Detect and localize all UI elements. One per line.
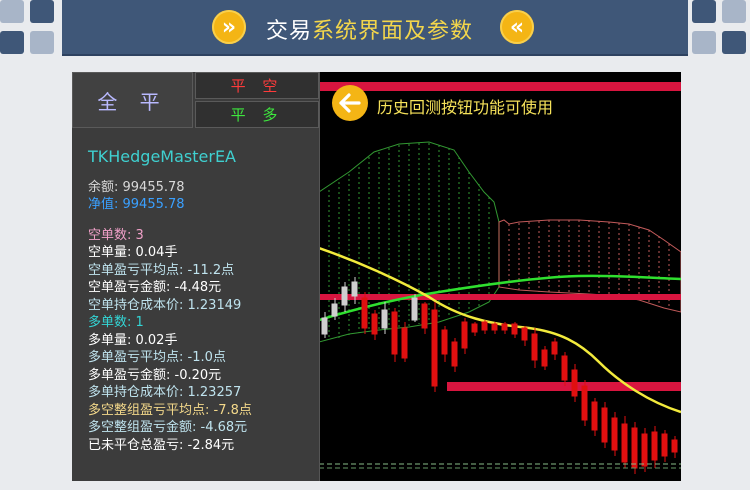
level-bar-lower (447, 382, 681, 391)
long-avg-points: 多单盈亏平均点: -1.0点 (88, 350, 226, 365)
terminal-panel: 全 平 平 空 平 多 TKHedgeMasterEA 余额: 99455.78… (72, 72, 681, 481)
close-short-button[interactable]: 平 空 (195, 72, 319, 99)
long-cost: 多单持仓成本价: 1.23257 (88, 385, 242, 400)
header-banner: » 交易系统界面及参数 « (62, 0, 688, 56)
page-title-highlight: 系统界面及参数 (312, 19, 474, 44)
resistance-bar (319, 82, 681, 91)
short-profit: 空单盈亏金额: -4.48元 (88, 280, 222, 295)
corner-decoration-right (692, 0, 750, 56)
short-avg-points: 空单盈亏平均点: -11.2点 (88, 262, 235, 278)
short-cost: 空单持仓成本价: 1.23149 (88, 297, 242, 313)
arrow-left-icon (332, 85, 368, 121)
long-lots: 多单量: 0.02手 (88, 332, 178, 348)
close-all-button[interactable]: 全 平 (72, 72, 193, 128)
price-chart (319, 82, 681, 474)
page-title-plain: 交易 (266, 19, 313, 44)
unclosed-total: 已未平仓总盈亏: -2.84元 (88, 437, 235, 453)
long-profit: 多单盈亏金额: -0.20元 (88, 367, 222, 383)
equity: 净值: 99455.78 (88, 197, 185, 212)
group-profit: 多空整组盈亏金额: -4.68元 (88, 420, 248, 435)
double-chevron-left-icon: « (500, 10, 534, 44)
level-bar-upper (319, 294, 681, 300)
double-chevron-right-icon: » (212, 10, 246, 44)
short-lots: 空单量: 0.04手 (88, 245, 178, 260)
history-backtest-note: 历史回测按钮功能可使用 (377, 98, 554, 117)
ea-name: TKHedgeMasterEA (88, 147, 236, 166)
corner-decoration-left (0, 0, 58, 56)
short-count: 空单数: 3 (88, 227, 144, 243)
close-long-button[interactable]: 平 多 (195, 101, 319, 128)
group-avg-points: 多空整组盈亏平均点: -7.8点 (88, 402, 252, 418)
page-title: 交易系统界面及参数 (266, 13, 473, 45)
long-count: 多单数: 1 (88, 315, 144, 330)
account-info: TKHedgeMasterEA 余额: 99455.78 净值: 99455.7… (88, 148, 252, 454)
ea-info-panel: 全 平 平 空 平 多 TKHedgeMasterEA 余额: 99455.78… (72, 72, 320, 481)
candlesticks (321, 277, 678, 474)
balance: 余额: 99455.78 (88, 179, 185, 195)
